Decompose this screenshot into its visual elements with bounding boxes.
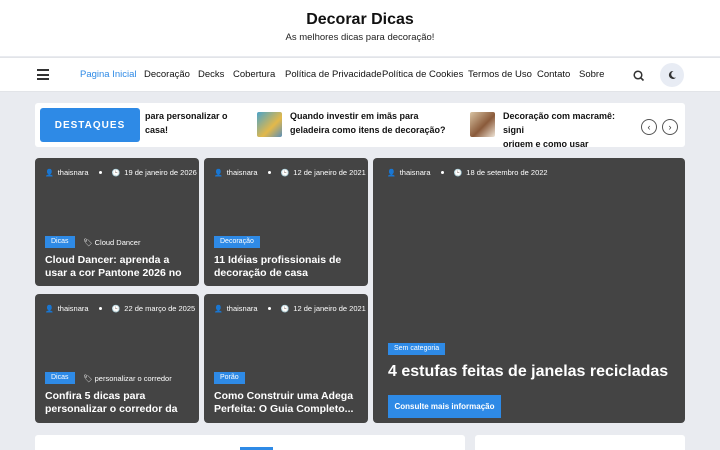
user-icon: 👤 — [214, 169, 223, 177]
post-meta: 👤 thaisnara 🕒 12 de janeiro de 2021 — [214, 168, 366, 177]
tag-icon: 🏷 — [83, 238, 95, 247]
category-badge[interactable]: Dicas — [45, 236, 75, 248]
featured-post-title[interactable]: 4 estufas feitas de janelas recicladas — [388, 363, 668, 381]
post-tag[interactable]: 🏷 Cloud Dancer — [83, 238, 140, 247]
main-navigation: Pagina Inicial Decoração Decks Cobertura… — [0, 57, 720, 92]
nav-item-sobre[interactable]: Sobre — [579, 69, 604, 80]
tag-icon: 🏷 — [83, 374, 95, 383]
post-card[interactable]: 👤 thaisnara 🕒 12 de janeiro de 2021 Decora… — [204, 158, 368, 286]
read-more-button[interactable]: Consulte mais informação — [388, 395, 501, 418]
nav-item-decks[interactable]: Decks — [198, 69, 224, 80]
clock-icon: 🕒 — [280, 169, 290, 177]
post-card[interactable]: 👤 thaisnara 🕒 12 de janeiro de 2021 Porão … — [204, 294, 368, 423]
category-badge[interactable]: Dicas — [45, 372, 75, 384]
category-badge[interactable]: Sem categoria — [388, 343, 446, 355]
search-icon[interactable] — [632, 69, 646, 83]
category-badge[interactable]: Porão — [214, 372, 245, 384]
ticker-item[interactable]: Decoração com macramê: signi origem e co… — [503, 109, 635, 147]
post-title[interactable]: Como Construir uma Adega Perfeita: O Gui… — [214, 390, 358, 416]
nav-item-termos-uso[interactable]: Termos de Uso — [468, 69, 532, 80]
post-tag[interactable]: 🏷 personalizar o corredor — [83, 374, 172, 383]
ticker-item[interactable]: para personalizar o casa! — [145, 109, 228, 137]
post-title[interactable]: Confira 5 dicas para personalizar o corr… — [45, 390, 189, 416]
ticker-next-button[interactable]: › — [662, 119, 678, 135]
site-tagline: As melhores dicas para decoração! — [285, 32, 435, 43]
featured-post-card[interactable]: 👤 thaisnara 🕒 18 de setembro de 2022 Sem c… — [373, 158, 685, 423]
chevron-left-icon: ‹ — [647, 122, 651, 132]
nav-item-politica-privacidade[interactable]: Política de Privacidade — [285, 69, 382, 80]
site-header: Decorar Dicas As melhores dicas para dec… — [0, 0, 720, 56]
post-meta: 👤 thaisnara 🕒 18 de setembro de 2022 — [387, 168, 548, 177]
post-meta: 👤 thaisnara 🕒 22 de março de 2025 — [45, 304, 196, 313]
nav-item-cobertura[interactable]: Cobertura — [233, 69, 275, 80]
post-meta: 👤 thaisnara 🕒 19 de janeiro de 2026 — [45, 168, 197, 177]
user-icon: 👤 — [45, 305, 54, 313]
sidebar-section — [475, 435, 685, 450]
clock-icon: 🕒 — [453, 169, 463, 177]
post-card[interactable]: 👤 thaisnara 🕒 22 de março de 2025 Dicas 🏷 … — [35, 294, 199, 423]
highlights-ticker: DESTAQUES para personalizar o casa! Quan… — [35, 103, 685, 147]
moon-icon — [668, 70, 676, 79]
dark-mode-toggle[interactable] — [660, 63, 684, 87]
user-icon: 👤 — [45, 169, 54, 177]
ticker-track: para personalizar o casa! Quando investi… — [145, 103, 635, 147]
nav-item-pagina-inicial[interactable]: Pagina Inicial — [80, 69, 137, 80]
post-card[interactable]: 👤 thaisnara 🕒 19 de janeiro de 2026 Dicas … — [35, 158, 199, 286]
ticker-item[interactable]: Quando investir em imãs para geladeira c… — [290, 109, 446, 137]
user-icon: 👤 — [214, 305, 223, 313]
category-badge[interactable]: Decoração — [214, 236, 260, 248]
clock-icon: 🕒 — [111, 305, 121, 313]
ticker-prev-button[interactable]: ‹ — [641, 119, 657, 135]
clock-icon: 🕒 — [280, 305, 290, 313]
hamburger-icon[interactable] — [37, 69, 49, 80]
nav-item-contato[interactable]: Contato — [537, 69, 570, 80]
post-title[interactable]: 11 Idéias profissionais de decoração de … — [214, 254, 358, 280]
ticker-thumbnail[interactable] — [470, 112, 495, 137]
user-icon: 👤 — [387, 169, 396, 177]
nav-item-politica-cookies[interactable]: Política de Cookies — [382, 69, 463, 80]
site-title[interactable]: Decorar Dicas — [0, 11, 720, 29]
post-meta: 👤 thaisnara 🕒 12 de janeiro de 2021 — [214, 304, 366, 313]
post-title[interactable]: Cloud Dancer: aprenda a usar a cor Panto… — [45, 254, 189, 280]
content-section — [35, 435, 465, 450]
clock-icon: 🕒 — [111, 169, 121, 177]
chevron-right-icon: › — [668, 122, 672, 132]
ticker-label: DESTAQUES — [40, 108, 140, 142]
ticker-thumbnail[interactable] — [257, 112, 282, 137]
nav-item-decoracao[interactable]: Decoração — [144, 69, 190, 80]
